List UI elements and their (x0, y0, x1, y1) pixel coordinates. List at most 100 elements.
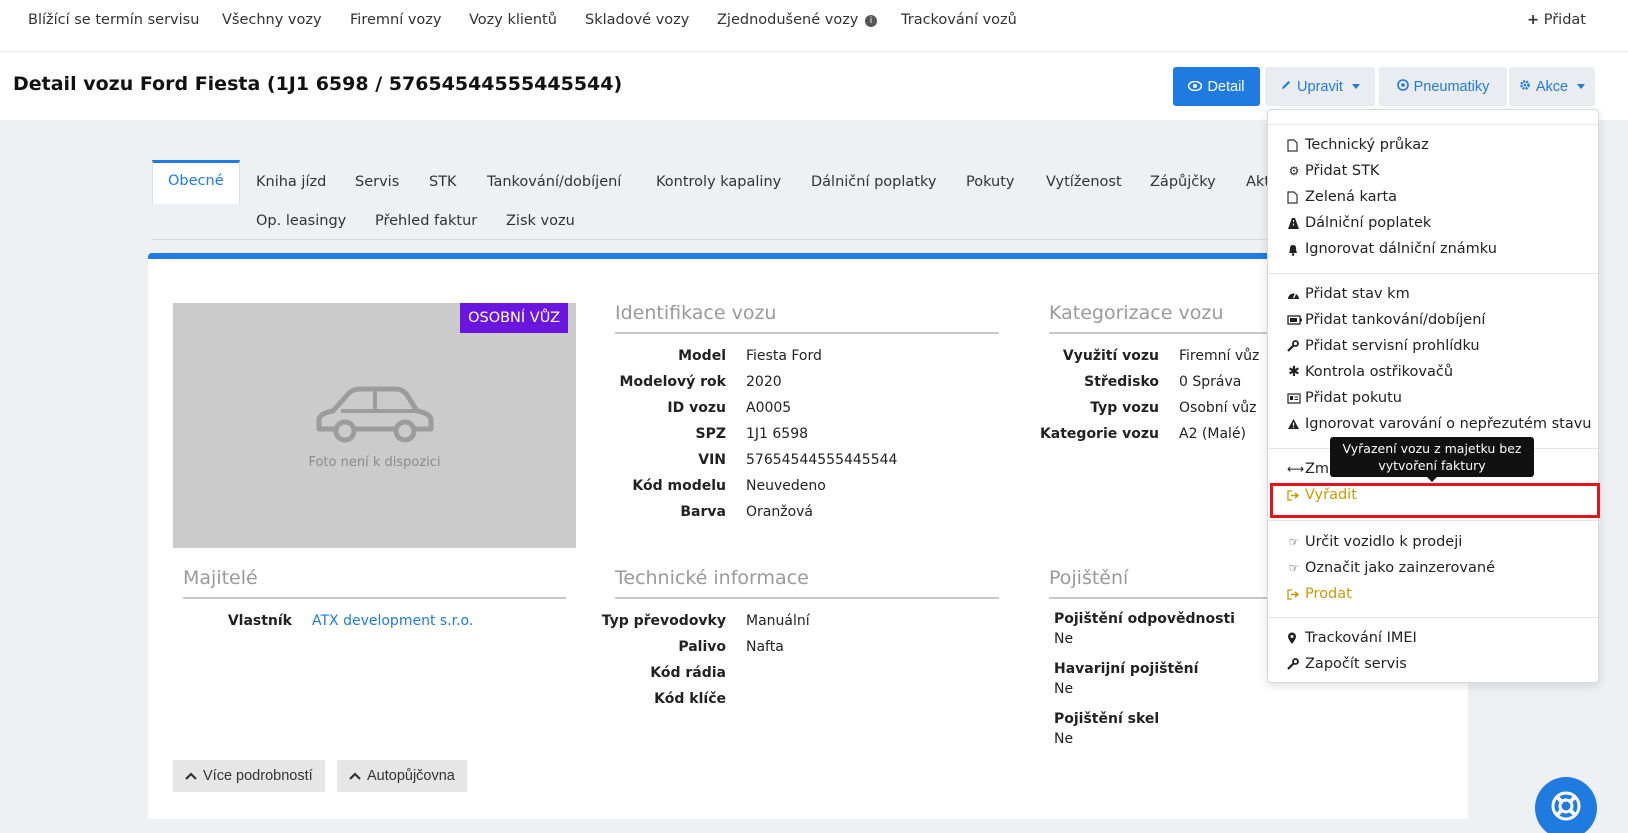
menu-item-label: Dálniční poplatek (1305, 215, 1432, 231)
nav-all-cars[interactable]: Všechny vozy (222, 12, 322, 28)
menu-item-add-fine[interactable]: Přidat pokutu (1287, 390, 1402, 406)
vehicle-type-badge: OSOBNÍ VŮZ (460, 303, 568, 333)
chevron-down-icon (1351, 84, 1360, 89)
ins-label-casco: Havarijní pojištění (1054, 661, 1199, 677)
tire-icon (1396, 78, 1409, 95)
arrows-horizontal-icon: ⟷ (1287, 462, 1305, 476)
lifebuoy-icon (1550, 790, 1582, 826)
id-value-vin: 57654544555445544 (746, 452, 898, 468)
id-label-model: Model (678, 348, 726, 364)
menu-item-washer-check[interactable]: ✱ Kontrola ostřikovačů (1287, 364, 1453, 380)
menu-item-green-card[interactable]: Zelená karta (1287, 189, 1397, 205)
identification-title: Identifikace vozu (615, 302, 777, 324)
menu-item-label: Označit jako zainzerované (1305, 560, 1496, 576)
info-icon: i (865, 15, 877, 27)
nav-stock-cars[interactable]: Skladové vozy (585, 12, 689, 28)
menu-item-label: Přidat servisní prohlídku (1305, 338, 1480, 354)
menu-item-mark-advertised[interactable]: ☞ Označit jako zainzerované (1287, 560, 1495, 576)
tech-label-radio-code: Kód rádia (650, 665, 726, 681)
actions-button[interactable]: Akce (1509, 67, 1595, 106)
menu-divider (1268, 124, 1598, 125)
cat-label-center: Středisko (1084, 374, 1159, 390)
tab-fines[interactable]: Pokuty (966, 174, 1015, 190)
insurance-divider (1049, 597, 1267, 599)
tires-button-label: Pneumatiky (1413, 78, 1490, 95)
menu-item-highway-fee[interactable]: Dálniční poplatek (1287, 215, 1431, 231)
tab-utilization[interactable]: Vytíženost (1046, 174, 1122, 190)
tab-leasing[interactable]: Op. leasingy (256, 213, 346, 229)
tech-value-gearbox: Manuální (746, 613, 810, 629)
menu-divider (1268, 617, 1598, 618)
technical-title: Technické informace (615, 567, 809, 589)
menu-item-imei-tracking[interactable]: Trackování IMEI (1287, 630, 1417, 646)
chevron-down-icon (1577, 84, 1586, 89)
edit-button-label: Upravit (1297, 78, 1343, 95)
tab-logbook[interactable]: Kniha jízd (256, 174, 326, 190)
plus-icon: + (1526, 12, 1540, 28)
tab-stk[interactable]: STK (429, 174, 457, 190)
tech-label-key-code: Kód klíče (654, 691, 726, 707)
owners-divider (183, 597, 566, 599)
insurance-title: Pojištění (1049, 567, 1129, 589)
nav-company-cars[interactable]: Firemní vozy (350, 12, 441, 28)
tab-highway-fees[interactable]: Dálniční poplatky (811, 174, 936, 190)
tech-label-gearbox: Typ převodovky (601, 613, 726, 629)
tab-fluid-checks[interactable]: Kontroly kapaliny (656, 174, 781, 190)
more-details-button[interactable]: Více podrobností (173, 760, 325, 792)
tech-value-fuel: Nafta (746, 639, 784, 655)
chevron-up-icon (185, 768, 197, 784)
menu-item-label: Započít servis (1305, 656, 1407, 672)
actions-button-label: Akce (1535, 78, 1569, 95)
eye-icon (1188, 79, 1203, 95)
nav-upcoming-service[interactable]: Blížící se termín servisu (28, 12, 199, 28)
dashboard-icon (1287, 289, 1301, 300)
id-label-year: Modelový rok (619, 374, 726, 390)
menu-item-technical-license[interactable]: Technický průkaz (1287, 137, 1429, 153)
menu-item-label: Kontrola ostřikovačů (1305, 364, 1454, 380)
menu-item-add-stk[interactable]: ⚙ Přidat STK (1287, 163, 1380, 179)
menu-item-label: Ignorovat varování o nepřezutém stavu (1305, 416, 1592, 432)
vehicle-photo: OSOBNÍ VŮZ Foto není k dispozici (173, 303, 576, 548)
sign-out-icon (1287, 588, 1301, 600)
nav-client-cars[interactable]: Vozy klientů (469, 12, 557, 28)
menu-item-label: Přidat stav km (1305, 286, 1410, 302)
tab-general[interactable]: Obecné (152, 160, 240, 204)
tab-invoices[interactable]: Přehled faktur (375, 213, 477, 229)
id-label-color: Barva (680, 504, 726, 520)
detail-button[interactable]: Detail (1173, 67, 1260, 106)
road-icon (1287, 217, 1301, 230)
menu-item-add-fueling[interactable]: Přidat tankování/dobíjení (1287, 312, 1485, 328)
ins-value-liability: Ne (1054, 631, 1074, 647)
menu-item-mark-for-sale[interactable]: ☞ Určit vozidlo k prodeji (1287, 534, 1463, 550)
id-card-icon (1287, 392, 1301, 404)
page-title: Detail vozu Ford Fiesta (1J1 6598 / 5765… (13, 73, 623, 95)
help-button[interactable] (1535, 777, 1597, 833)
tires-button[interactable]: Pneumatiky (1379, 67, 1507, 106)
battery-icon (1287, 315, 1302, 325)
categorization-divider (1049, 332, 1267, 334)
tab-service[interactable]: Servis (355, 174, 399, 190)
detail-button-label: Detail (1207, 78, 1245, 95)
menu-item-ignore-vignette[interactable]: Ignorovat dálniční známku (1287, 241, 1497, 257)
menu-item-start-service[interactable]: Započít servis (1287, 656, 1407, 672)
actions-dropdown-menu: Technický průkaz ⚙ Přidat STK Zelená kar… (1267, 109, 1599, 683)
tab-divider (152, 239, 1432, 240)
menu-item-add-mileage[interactable]: Přidat stav km (1287, 286, 1410, 302)
id-label-model-code: Kód modelu (632, 478, 726, 494)
cat-value-usage: Firemní vůz (1179, 348, 1260, 364)
edit-button[interactable]: Upravit (1265, 67, 1375, 106)
menu-item-ignore-tire-warning[interactable]: Ignorovat varování o nepřezutém stavu (1287, 416, 1592, 432)
rental-button[interactable]: Autopůjčovna (337, 760, 467, 792)
pdf-file-icon (1287, 138, 1301, 152)
menu-item-add-service-inspection[interactable]: Přidat servisní prohlídku (1287, 338, 1480, 354)
tab-fueling[interactable]: Tankování/dobíjení (487, 174, 621, 190)
owners-title: Majitelé (183, 567, 258, 589)
rental-label: Autopůjčovna (367, 768, 455, 784)
owner-link[interactable]: ATX development s.r.o. (312, 613, 473, 629)
menu-item-sell[interactable]: Prodat (1287, 586, 1352, 602)
tab-loans[interactable]: Zápůjčky (1150, 174, 1216, 190)
add-button[interactable]: + Přidat (1527, 12, 1586, 28)
nav-car-tracking[interactable]: Trackování vozů (901, 12, 1017, 28)
tab-profit[interactable]: Zisk vozu (506, 213, 575, 229)
nav-simplified-cars[interactable]: Zjednodušené vozy i (717, 12, 877, 28)
